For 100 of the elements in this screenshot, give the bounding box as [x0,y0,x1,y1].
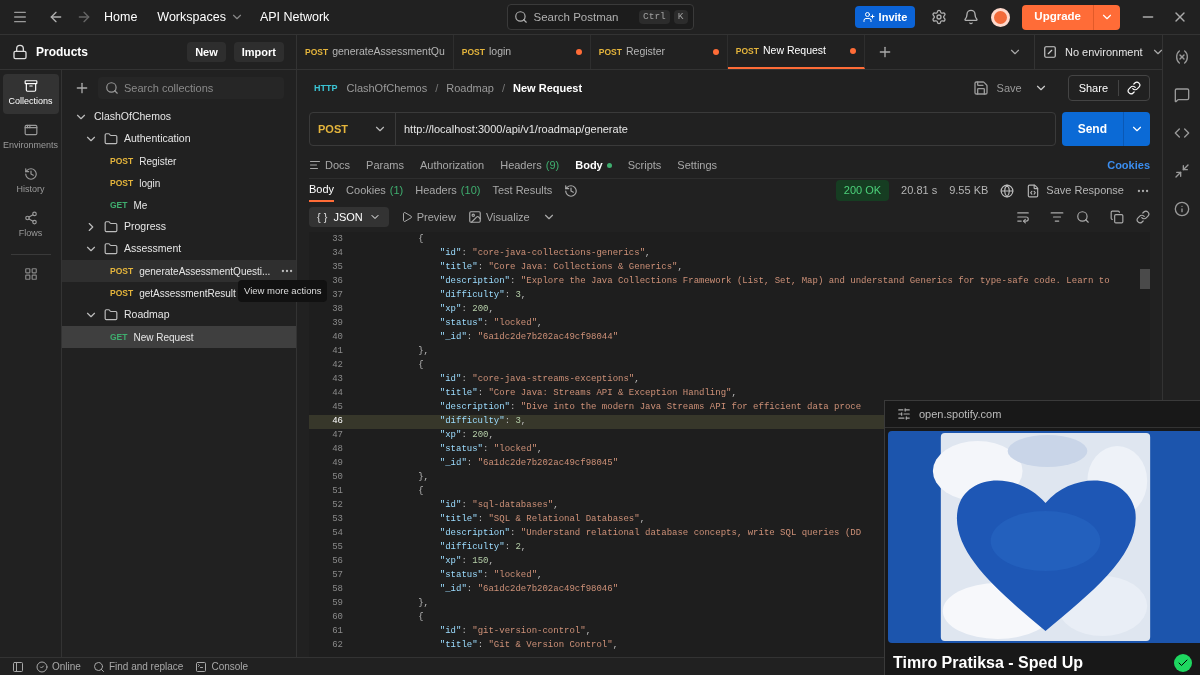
response-tab[interactable]: Test Results [492,179,553,202]
copy-icon[interactable] [1110,210,1124,224]
online-status[interactable]: Online [36,659,81,674]
menu-icon[interactable] [12,9,28,25]
breadcrumb-link[interactable]: Roadmap [446,79,494,97]
rail-item[interactable]: Collections [2,74,59,114]
arrows-icon[interactable] [1173,163,1190,179]
response-tab[interactable]: Cookies (1) [346,179,404,202]
tree-item[interactable]: POST Register [62,150,296,172]
console-button[interactable]: Console [195,659,249,674]
method-select[interactable]: POST [310,113,396,145]
preview-button[interactable]: Preview [400,208,456,226]
tree-item[interactable]: POST login [62,172,296,194]
nav-link[interactable]: API Network [259,7,330,27]
tree-item[interactable]: GET New Request [62,326,296,348]
image-icon [467,210,482,224]
folder-icon [104,242,118,256]
request-name: generateAssessmentQuesti... [139,264,271,279]
rail-item[interactable]: Flows [2,206,59,246]
response-tab[interactable]: Body [309,179,335,202]
line-number: 59 [331,597,343,611]
add-icon[interactable] [74,80,90,96]
back-icon[interactable] [48,9,64,25]
method-label: GET [110,330,128,344]
tree-item[interactable]: GET Me [62,194,296,216]
code-line: "difficulty": 3, [438,415,527,429]
breadcrumb-link[interactable]: ClashOfChemos [346,79,428,97]
method-label: POST [461,45,485,59]
share-button[interactable]: Share [1067,75,1150,101]
line-number: 62 [331,639,343,653]
request-tab[interactable]: POST New Request [727,35,865,69]
bell-icon[interactable] [963,9,980,25]
line-number: 40 [331,331,343,345]
visualize-button[interactable]: Visualize [467,208,530,226]
save-button[interactable]: Save [972,79,1022,97]
rail-item[interactable]: History [2,162,59,202]
request-name: New Request [133,330,194,345]
folder-item[interactable]: Progress [62,216,296,238]
url-bar[interactable]: POST http://localhost:3000/api/v1/roadmap/generate [309,112,1056,146]
request-tab[interactable]: POST login [453,35,591,69]
find-replace-button[interactable]: Find and replace [92,659,184,674]
variables-icon[interactable] [1173,49,1190,65]
wrap-icon[interactable] [1016,210,1030,224]
folder-item[interactable]: Authentication [62,128,296,150]
url-field[interactable]: http://localhost:3000/api/v1/roadmap/generate [396,120,1055,138]
sidebar-button[interactable]: New [187,42,226,62]
rail-item[interactable]: Environments [2,118,59,158]
filter-icon[interactable] [1050,210,1064,224]
search-icon[interactable] [1076,210,1090,224]
request-option-tab[interactable]: Authorization [419,156,485,174]
info-icon[interactable] [1173,201,1190,217]
http-icon: HTTP [313,82,339,94]
folder-item[interactable]: Assessment [62,238,296,260]
folder-icon [104,132,118,146]
grid-icon[interactable] [23,267,38,281]
method-label: GET [110,198,128,212]
request-option-tab[interactable]: Headers (9) [500,156,560,174]
link-icon[interactable] [1136,210,1150,224]
workspaces-menu[interactable]: Workspaces [157,7,244,27]
history-icon[interactable] [564,183,579,198]
nav-link[interactable]: Home [104,7,138,27]
comment-icon[interactable] [1173,87,1190,103]
tree-item[interactable]: POST generateAssessmentQuesti... [62,260,296,282]
search-field[interactable]: Search collections [98,77,284,99]
request-option-tab[interactable]: Params [366,156,404,174]
sliders-icon[interactable] [897,407,911,421]
environment-selector[interactable]: No environment [1034,35,1162,69]
code-line: "xp": 200, [438,429,494,443]
method-label: POST [110,176,134,190]
code-icon[interactable] [1173,125,1190,141]
folder-item[interactable]: Roadmap [62,304,296,326]
save-response-button[interactable]: Save Response [1026,182,1124,199]
forward-icon[interactable] [76,9,92,25]
request-option-tab[interactable]: Settings [677,156,718,174]
line-number: 49 [331,457,343,471]
line-number: 46 [331,415,343,429]
format-select[interactable]: { } JSON [309,207,389,227]
code-line: "description": "Dive into the modern Java Streams API for efficient data proce [438,401,862,415]
cookies-link[interactable]: Cookies [1107,156,1150,174]
send-button[interactable]: Send [1061,112,1123,146]
method-label: POST [735,44,759,58]
avatar[interactable] [991,7,1011,27]
response-tab[interactable]: Headers (10) [415,179,481,202]
sidebar-button[interactable]: Import [233,42,284,62]
invite-button[interactable]: Invite [854,6,916,28]
request-tab[interactable]: POST generateAssessmentQu [297,35,454,69]
terminal-icon [195,660,208,673]
request-option-tab[interactable]: Scripts [627,156,662,174]
upgrade-menu-button[interactable] [1093,4,1120,30]
collection-item[interactable]: ClashOfChemos [62,106,296,128]
request-tab[interactable]: POST Register [590,35,728,69]
request-option-tab[interactable]: Docs [309,156,351,174]
panel-icon[interactable] [12,660,24,673]
lock-icon [12,44,28,60]
code-line: }, [417,471,429,485]
breadcrumb-separator: / [435,80,439,96]
globe-icon[interactable] [1000,183,1015,198]
line-number: 55 [331,541,343,555]
request-option-tab[interactable]: Body [575,156,612,174]
settings-icon[interactable] [931,9,948,25]
